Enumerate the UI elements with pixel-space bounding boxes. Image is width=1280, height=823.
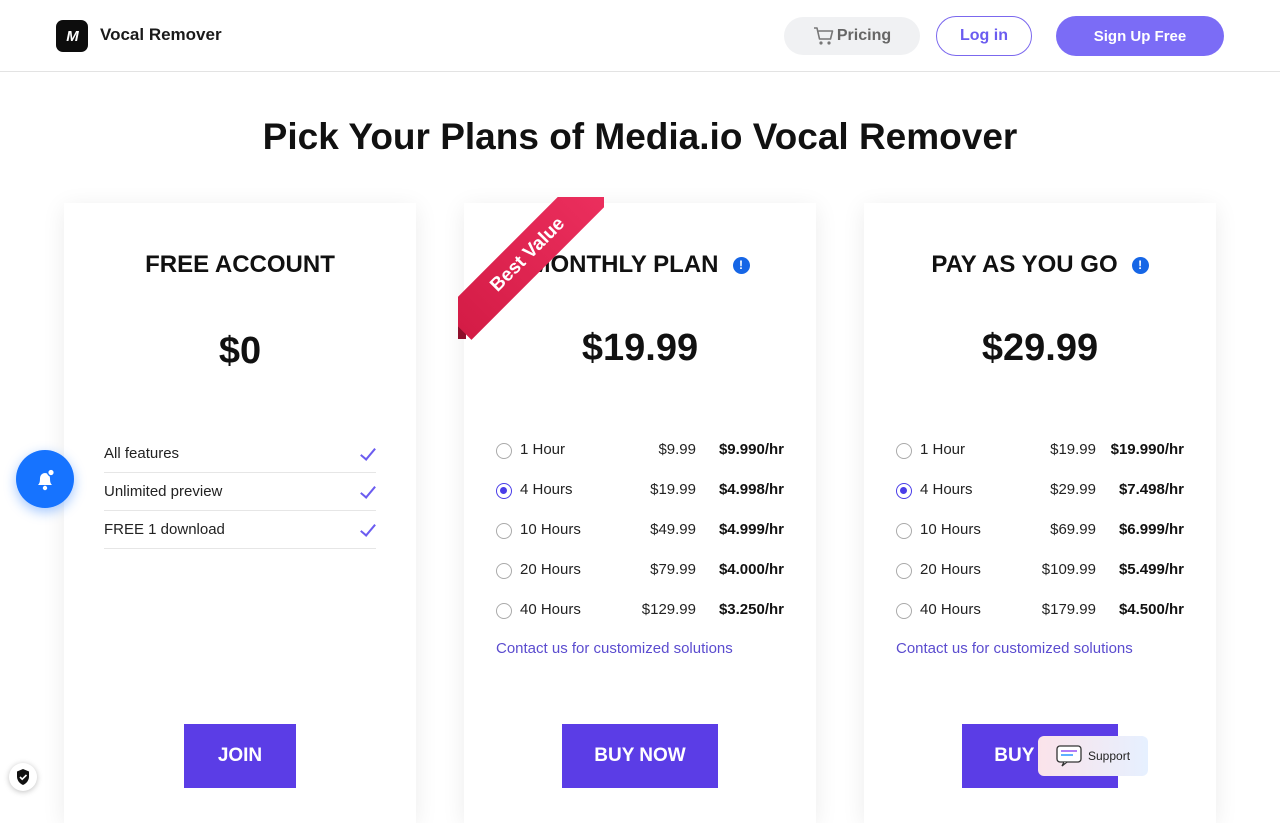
option-price: $19.99: [650, 480, 696, 498]
brand-name[interactable]: Vocal Remover: [100, 25, 222, 45]
option-hours: 1 Hour: [920, 440, 966, 458]
support-label: Support: [1088, 749, 1131, 763]
option-price: $109.99: [1041, 560, 1096, 578]
feature-item: All features: [104, 435, 376, 473]
contact-link[interactable]: Contact us for customized solutions: [896, 640, 1133, 657]
plan-option[interactable]: 20 Hours $109.99 $5.499/hr: [896, 549, 1184, 589]
radio-button-selected[interactable]: [896, 482, 912, 499]
option-price: $49.99: [650, 520, 696, 538]
notification-bell-button[interactable]: [16, 450, 74, 508]
option-rate: $4.999/hr: [718, 520, 784, 538]
option-hours: 10 Hours: [520, 520, 581, 538]
pricing-button[interactable]: Pricing: [784, 17, 920, 55]
radio-button[interactable]: [896, 562, 912, 579]
ribbon-label: Best Value: [486, 213, 570, 297]
free-plan-price: $0: [218, 330, 262, 372]
plan-option[interactable]: 1 Hour $19.99 $19.990/hr: [896, 429, 1184, 469]
option-rate: $7.498/hr: [1118, 480, 1184, 498]
option-rate: $9.990/hr: [718, 440, 784, 458]
option-hours: 20 Hours: [520, 560, 581, 578]
payg-options: 1 Hour $19.99 $19.990/hr 4 Hours $29.99 …: [896, 429, 1184, 629]
feature-label: All features: [104, 445, 180, 462]
best-value-ribbon: Best Value: [458, 197, 604, 343]
option-price: $9.99: [658, 440, 696, 458]
bell-icon: [38, 468, 56, 491]
feature-label: Unlimited preview: [104, 483, 223, 500]
option-price: $129.99: [641, 600, 696, 618]
privacy-shield-button[interactable]: [9, 763, 37, 791]
shield-icon: [17, 769, 29, 785]
plan-option[interactable]: 10 Hours $69.99 $6.999/hr: [896, 509, 1184, 549]
option-price: $29.99: [1050, 480, 1096, 498]
page-title: Pick Your Plans of Media.io Vocal Remove…: [262, 116, 1018, 157]
radio-button[interactable]: [496, 602, 512, 619]
payg-plan-title-text: PAY AS YOU GO: [931, 251, 1118, 278]
option-hours: 1 Hour: [520, 440, 566, 458]
option-hours: 4 Hours: [920, 480, 973, 498]
monthly-options: 1 Hour $9.99 $9.990/hr 4 Hours $19.99 $4…: [496, 429, 784, 629]
logo-mark: M: [66, 27, 78, 45]
info-icon[interactable]: !: [732, 256, 750, 274]
option-price: $179.99: [1041, 600, 1096, 618]
option-rate: $6.999/hr: [1118, 520, 1184, 538]
option-hours: 10 Hours: [920, 520, 981, 538]
info-icon[interactable]: !: [1131, 256, 1149, 274]
option-rate: $5.499/hr: [1118, 560, 1184, 578]
option-hours: 40 Hours: [920, 600, 981, 618]
option-price: $69.99: [1050, 520, 1096, 538]
radio-button[interactable]: [496, 442, 512, 459]
payg-plan-price: $29.99: [981, 327, 1099, 369]
contact-link[interactable]: Contact us for customized solutions: [496, 640, 733, 657]
radio-button[interactable]: [896, 442, 912, 459]
plan-option[interactable]: 40 Hours $129.99 $3.250/hr: [496, 589, 784, 629]
login-button[interactable]: Log in: [936, 16, 1032, 56]
plan-option[interactable]: 1 Hour $9.99 $9.990/hr: [496, 429, 784, 469]
option-price: $79.99: [650, 560, 696, 578]
radio-button-selected[interactable]: [496, 482, 512, 499]
check-icon: [358, 483, 376, 501]
radio-button[interactable]: [496, 522, 512, 539]
option-hours: 4 Hours: [520, 480, 573, 498]
option-rate: $4.500/hr: [1118, 600, 1184, 618]
option-rate: $4.998/hr: [718, 480, 784, 498]
feature-item: Unlimited preview: [104, 473, 376, 511]
option-price: $19.99: [1050, 440, 1096, 458]
plan-option[interactable]: 4 Hours $29.99 $7.498/hr: [896, 469, 1184, 509]
free-plan-card: FREE ACCOUNT $0 All features Unlimited p…: [64, 203, 416, 823]
payg-plan-card: PAY AS YOU GO ! $29.99 1 Hour $19.99 $19…: [864, 203, 1216, 823]
logo[interactable]: M: [56, 20, 88, 52]
payg-plan-title: PAY AS YOU GO !: [864, 251, 1216, 279]
plan-option[interactable]: 20 Hours $79.99 $4.000/hr: [496, 549, 784, 589]
support-chat-button[interactable]: Support: [1038, 736, 1148, 776]
ribbon-band: Best Value: [458, 197, 604, 340]
plan-option[interactable]: 10 Hours $49.99 $4.999/hr: [496, 509, 784, 549]
option-hours: 20 Hours: [920, 560, 981, 578]
signup-button[interactable]: Sign Up Free: [1056, 16, 1224, 56]
free-plan-title-text: FREE ACCOUNT: [145, 251, 335, 278]
check-icon: [358, 445, 376, 463]
plan-option[interactable]: 4 Hours $19.99 $4.998/hr: [496, 469, 784, 509]
plan-option[interactable]: 40 Hours $179.99 $4.500/hr: [896, 589, 1184, 629]
radio-button[interactable]: [496, 562, 512, 579]
check-icon: [358, 521, 376, 539]
option-rate: $4.000/hr: [718, 560, 784, 578]
option-rate: $3.250/hr: [718, 600, 784, 618]
feature-list: All features Unlimited preview FREE 1 do…: [104, 435, 376, 549]
feature-label: FREE 1 download: [104, 521, 225, 538]
join-button[interactable]: JOIN: [184, 724, 296, 788]
radio-button[interactable]: [896, 522, 912, 539]
radio-button[interactable]: [896, 602, 912, 619]
feature-item: FREE 1 download: [104, 511, 376, 549]
cart-icon: [813, 27, 834, 45]
chat-icon: [1056, 745, 1082, 767]
option-hours: 40 Hours: [520, 600, 581, 618]
pricing-label: Pricing: [836, 27, 892, 44]
option-rate: $19.990/hr: [1110, 440, 1184, 458]
top-header: M Vocal Remover Pricing Log in Sign Up F…: [0, 0, 1280, 72]
buy-now-button[interactable]: BUY NOW: [562, 724, 718, 788]
free-plan-title: FREE ACCOUNT: [64, 251, 416, 279]
